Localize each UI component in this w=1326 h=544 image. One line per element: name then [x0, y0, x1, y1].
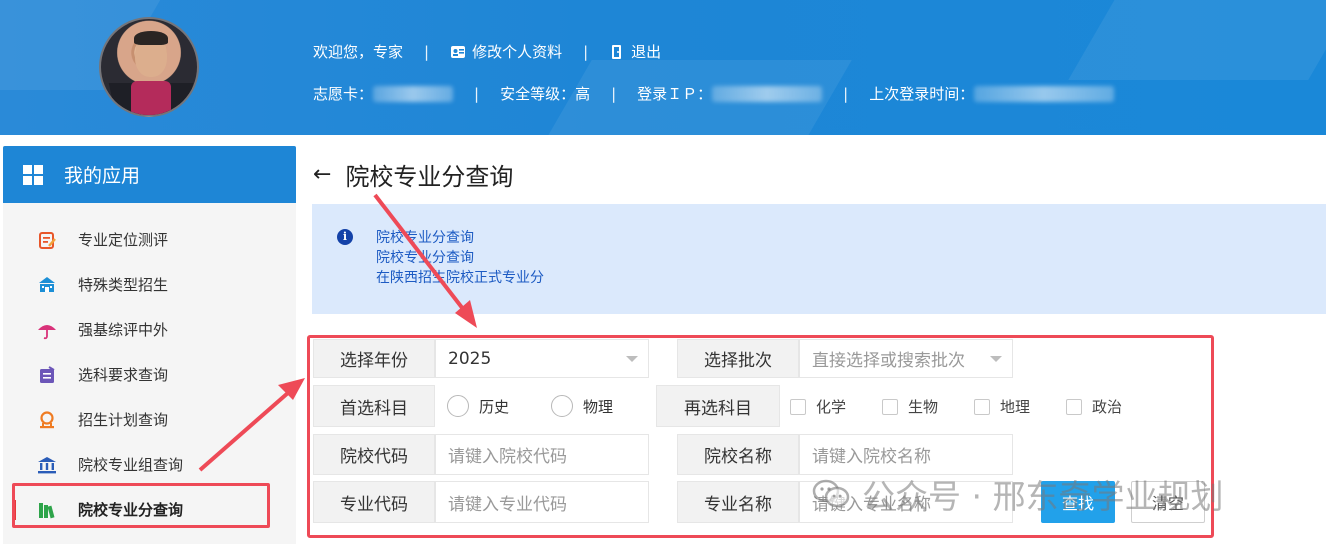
- checkbox-label: 地理: [1000, 398, 1031, 416]
- school-name-label: 院校名称: [677, 434, 799, 475]
- page-title-text: 院校专业分查询: [345, 163, 514, 191]
- back-arrow-icon[interactable]: ←: [313, 162, 331, 187]
- last-login-label: 上次登录时间：: [869, 85, 975, 103]
- top-header: 欢迎您，专家 | 修改个人资料 | 退出 志愿卡： | 安全等级：高 | 登录Ｉ…: [0, 0, 1326, 135]
- batch-label: 选择批次: [677, 339, 799, 378]
- major-name-label: 专业名称: [677, 481, 799, 523]
- checkbox-politics[interactable]: 政治: [1066, 396, 1122, 417]
- edit-profile-link[interactable]: 修改个人资料: [450, 41, 562, 62]
- sidebar-item-label: 特殊类型招生: [78, 276, 169, 294]
- batch-placeholder: 直接选择或搜索批次: [812, 351, 965, 371]
- checkbox-geography[interactable]: 地理: [974, 396, 1030, 417]
- school-code-placeholder: 请键入院校代码: [448, 447, 567, 467]
- welcome-text: 欢迎您，专家: [313, 43, 404, 61]
- sidebar-item-school-major-group[interactable]: 院校专业组查询: [3, 442, 296, 487]
- info-line: 在陕西招生院校正式专业分: [376, 270, 544, 286]
- page-title: ← 院校专业分查询: [313, 157, 513, 192]
- year-label: 选择年份: [313, 339, 435, 378]
- sidebar-item-label: 专业定位测评: [78, 231, 169, 249]
- second-subject-label: 再选科目: [656, 385, 780, 427]
- checkbox-box[interactable]: [790, 398, 806, 415]
- sidebar-item-strong-base[interactable]: 强基综评中外: [3, 307, 296, 352]
- school-code-input[interactable]: 请键入院校代码: [435, 434, 649, 475]
- document-icon: [40, 365, 55, 383]
- divider: |: [583, 42, 589, 61]
- sidebar-title: 我的应用: [64, 165, 141, 187]
- clear-button[interactable]: 清空: [1131, 481, 1205, 523]
- ip-value-redacted: [712, 85, 823, 102]
- checkbox-box[interactable]: [882, 398, 898, 415]
- first-subject-label: 首选科目: [313, 385, 435, 427]
- card-value-redacted: [373, 85, 454, 102]
- info-panel: 院校专业分查询 院校专业分查询 在陕西招生院校正式专业分: [312, 204, 1326, 314]
- sidebar-item-subject-requirements[interactable]: 选科要求查询: [3, 352, 296, 397]
- last-login-redacted: [974, 85, 1115, 102]
- radio-label: 物理: [583, 397, 614, 416]
- school-icon: [39, 276, 55, 292]
- header-info-row: 志愿卡： | 安全等级：高 | 登录ＩＰ： | 上次登录时间：: [313, 83, 1115, 104]
- sidebar-header: 我的应用: [3, 146, 296, 203]
- divider: |: [611, 84, 617, 103]
- divider: |: [474, 84, 480, 103]
- header-decoration: [1068, 0, 1326, 80]
- search-button[interactable]: 查找: [1041, 481, 1115, 523]
- major-code-input[interactable]: 请键入专业代码: [435, 481, 649, 523]
- major-name-placeholder: 请键入专业名称: [812, 494, 931, 515]
- logout-label: 退出: [631, 43, 662, 61]
- radio-label: 历史: [479, 397, 510, 416]
- info-line: 院校专业分查询: [376, 250, 474, 266]
- school-code-label: 院校代码: [313, 434, 435, 475]
- sidebar-item-label: 院校专业组查询: [78, 456, 184, 474]
- logout-icon: [612, 44, 622, 59]
- divider: |: [424, 42, 430, 61]
- year-value: 2025: [448, 348, 492, 369]
- sidebar-item-label: 选科要求查询: [78, 366, 169, 384]
- major-code-label: 专业代码: [313, 481, 435, 523]
- checkbox-label: 政治: [1092, 398, 1123, 416]
- info-icon: i: [337, 229, 353, 245]
- apps-grid-icon: [23, 164, 43, 185]
- radio-circle[interactable]: [447, 395, 469, 417]
- logout-link[interactable]: 退出: [609, 41, 661, 62]
- chevron-down-icon: [626, 355, 638, 362]
- year-select[interactable]: 2025: [435, 339, 649, 378]
- divider: |: [843, 84, 849, 103]
- chevron-down-icon: [990, 355, 1002, 362]
- sidebar-item-major-assessment[interactable]: 专业定位测评: [3, 217, 296, 262]
- checkbox-label: 化学: [816, 398, 847, 416]
- avatar[interactable]: [99, 17, 199, 117]
- major-code-placeholder: 请键入专业代码: [448, 494, 567, 515]
- batch-select[interactable]: 直接选择或搜索批次: [799, 339, 1013, 378]
- sidebar-item-special-admission[interactable]: 特殊类型招生: [3, 262, 296, 307]
- checkbox-box[interactable]: [1066, 398, 1082, 415]
- search-plan-icon: [40, 410, 54, 428]
- checkbox-label: 生物: [908, 398, 939, 416]
- school-name-input[interactable]: 请键入院校名称: [799, 434, 1013, 475]
- sidebar-item-label: 强基综评中外: [78, 321, 169, 339]
- profile-card-icon: [451, 45, 466, 58]
- checkbox-box[interactable]: [974, 398, 990, 415]
- edit-profile-label: 修改个人资料: [472, 43, 563, 61]
- card-label: 志愿卡：: [313, 85, 374, 103]
- umbrella-icon: [38, 324, 56, 339]
- active-item-highlight: [12, 483, 270, 528]
- sidebar-item-label: 招生计划查询: [78, 411, 169, 429]
- assessment-icon: [39, 231, 56, 249]
- major-name-input[interactable]: 请键入专业名称: [799, 481, 1013, 523]
- school-name-placeholder: 请键入院校名称: [812, 447, 931, 467]
- radio-history[interactable]: 历史: [447, 395, 509, 417]
- institution-icon: [38, 456, 56, 473]
- security-level: 安全等级：高: [500, 85, 591, 103]
- ip-label: 登录ＩＰ：: [637, 85, 713, 103]
- header-user-row: 欢迎您，专家 | 修改个人资料 | 退出: [313, 41, 661, 62]
- sidebar-item-enrollment-plan[interactable]: 招生计划查询: [3, 397, 296, 442]
- radio-circle[interactable]: [551, 395, 573, 417]
- checkbox-biology[interactable]: 生物: [882, 396, 938, 417]
- radio-physics[interactable]: 物理: [551, 395, 613, 417]
- checkbox-chemistry[interactable]: 化学: [790, 396, 846, 417]
- info-line: 院校专业分查询: [376, 230, 474, 246]
